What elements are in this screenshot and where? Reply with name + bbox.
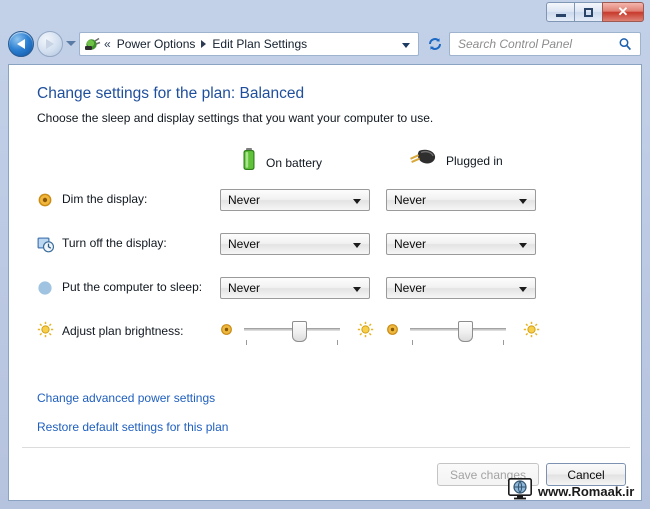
sleep-icon — [37, 280, 55, 298]
navigation-bar: « Power Options Edit Plan Settings Searc… — [0, 28, 650, 62]
breadcrumb-item-edit-plan-settings[interactable]: Edit Plan Settings — [212, 37, 307, 51]
turn-off-display-icon — [37, 236, 55, 254]
turn-off-display-on-battery-dropdown[interactable]: Never — [220, 233, 370, 255]
chevron-down-icon — [353, 287, 361, 292]
watermark-text: www.Romaak.ir — [538, 484, 635, 499]
dropdown-value: Never — [228, 193, 261, 207]
watermark: www.Romaak.ir — [508, 478, 634, 505]
slider-tick — [412, 340, 413, 345]
slider-tick — [246, 340, 247, 345]
refresh-button[interactable] — [425, 34, 445, 54]
page-title: Change settings for the plan: Balanced — [37, 85, 305, 102]
brightness-icon — [37, 321, 55, 339]
breadcrumb-separator-icon — [201, 40, 207, 48]
slider-tick — [503, 340, 504, 345]
dropdown-value: Never — [394, 237, 427, 251]
dropdown-value: Never — [228, 237, 261, 251]
forward-arrow-icon — [46, 39, 54, 49]
dim-display-plugged-in-dropdown[interactable]: Never — [386, 189, 536, 211]
chevron-down-icon — [519, 287, 527, 292]
setting-label-turn-off-display: Turn off the display: — [62, 236, 167, 250]
search-box[interactable]: Search Control Panel — [449, 32, 641, 56]
power-plug-icon — [83, 36, 101, 52]
setting-row-sleep: Put the computer to sleep: Never Never — [9, 277, 641, 301]
brightness-slider-on-battery[interactable] — [220, 320, 374, 346]
setting-row-turn-off-display: Turn off the display: Never Never — [9, 233, 641, 257]
search-icon[interactable] — [618, 37, 632, 51]
back-arrow-icon — [17, 39, 25, 49]
search-input[interactable]: Search Control Panel — [458, 37, 618, 51]
footer-separator — [22, 447, 630, 448]
forward-button[interactable] — [37, 31, 63, 57]
title-bar: ✕ — [0, 0, 650, 26]
close-button[interactable]: ✕ — [602, 2, 644, 22]
close-icon: ✕ — [617, 4, 629, 19]
page-subtitle: Choose the sleep and display settings th… — [37, 111, 434, 125]
setting-label-sleep: Put the computer to sleep: — [62, 280, 203, 294]
minimize-icon — [555, 13, 566, 17]
link-restore-default-settings[interactable]: Restore default settings for this plan — [37, 420, 228, 434]
maximize-icon — [584, 7, 593, 17]
chevron-down-icon — [353, 243, 361, 248]
breadcrumb-overflow-icon[interactable]: « — [104, 37, 111, 51]
bright-sun-icon — [523, 321, 540, 343]
dropdown-value: Never — [394, 193, 427, 207]
refresh-icon — [429, 38, 441, 50]
column-header-plugged-in: Plugged in — [407, 147, 503, 174]
dim-display-on-battery-dropdown[interactable]: Never — [220, 189, 370, 211]
column-label-on-battery: On battery — [266, 155, 323, 170]
recent-pages-dropdown[interactable] — [66, 41, 76, 46]
power-options-window: ✕ « Power Options Edit Plan Settings Sea… — [0, 0, 650, 509]
monitor-globe-icon — [508, 478, 532, 505]
turn-off-display-plugged-in-dropdown[interactable]: Never — [386, 233, 536, 255]
dim-display-icon — [37, 192, 55, 210]
breadcrumb-item-power-options[interactable]: Power Options — [117, 37, 196, 51]
setting-label-dim-display: Dim the display: — [62, 192, 148, 206]
bright-sun-icon — [357, 321, 374, 343]
dropdown-value: Never — [228, 281, 261, 295]
dropdown-value: Never — [394, 281, 427, 295]
column-header-on-battery: On battery — [241, 147, 322, 178]
window-controls: ✕ — [546, 2, 644, 23]
dim-sun-icon — [220, 323, 233, 341]
chevron-down-icon — [519, 243, 527, 248]
content-area: Change settings for the plan: Balanced C… — [8, 64, 642, 501]
brightness-slider-plugged-in[interactable] — [386, 320, 540, 346]
setting-label-brightness: Adjust plan brightness: — [62, 324, 184, 338]
dim-sun-icon — [386, 323, 399, 341]
slider-tick — [337, 340, 338, 345]
address-dropdown-icon[interactable] — [402, 43, 410, 48]
link-change-advanced-power-settings[interactable]: Change advanced power settings — [37, 391, 215, 405]
slider-thumb[interactable] — [292, 321, 307, 342]
power-plug-icon — [407, 147, 437, 174]
column-label-plugged-in: Plugged in — [446, 153, 503, 168]
setting-row-dim-display: Dim the display: Never Never — [9, 189, 641, 213]
sleep-on-battery-dropdown[interactable]: Never — [220, 277, 370, 299]
battery-icon — [241, 147, 257, 178]
minimize-button[interactable] — [546, 2, 574, 22]
slider-thumb[interactable] — [458, 321, 473, 342]
maximize-button[interactable] — [574, 2, 602, 22]
back-button[interactable] — [8, 31, 34, 57]
address-bar[interactable]: « Power Options Edit Plan Settings — [79, 32, 419, 56]
chevron-down-icon — [519, 199, 527, 204]
setting-row-brightness: Adjust plan brightness: — [9, 318, 641, 348]
chevron-down-icon — [353, 199, 361, 204]
sleep-plugged-in-dropdown[interactable]: Never — [386, 277, 536, 299]
